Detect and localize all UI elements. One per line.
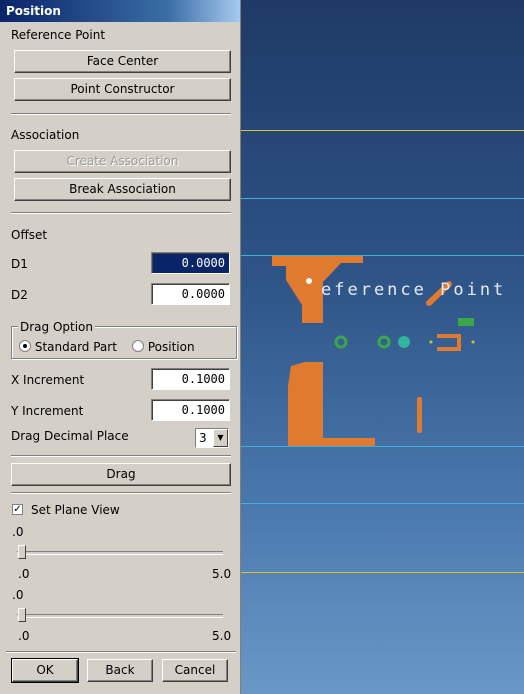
green-dot	[377, 335, 391, 349]
radio-unselected-icon[interactable]	[132, 340, 144, 352]
green-marker	[458, 318, 474, 326]
slider2-value: .0	[12, 588, 24, 602]
separator	[11, 455, 231, 457]
reference-point-heading: Reference Point	[11, 28, 106, 42]
slider1-min: .0	[18, 567, 30, 581]
create-association-button: Create Association	[14, 150, 231, 173]
drag-decimal-select[interactable]: 3 ▼	[195, 428, 229, 448]
set-plane-view-label: Set Plane View	[31, 503, 120, 517]
drag-option-heading: Drag Option	[18, 320, 96, 334]
drag-button[interactable]: Drag	[11, 463, 231, 486]
offset-heading: Offset	[11, 228, 48, 242]
ok-button[interactable]: OK	[11, 658, 79, 683]
d2-input[interactable]: 0.0000	[151, 283, 230, 305]
slider2-max: 5.0	[212, 629, 232, 643]
d1-input[interactable]: 0.0000	[151, 252, 230, 274]
back-button[interactable]: Back	[87, 659, 153, 682]
vertical-marker	[417, 397, 422, 433]
position-radio[interactable]: Position	[132, 340, 195, 354]
separator	[11, 113, 231, 115]
drag-decimal-label: Drag Decimal Place	[11, 429, 129, 443]
break-association-button[interactable]: Break Association	[14, 178, 231, 201]
position-dialog: Position Reference Point Face Center Poi…	[0, 0, 241, 694]
radio-selected-icon[interactable]	[19, 340, 31, 352]
slider2-min: .0	[18, 629, 30, 643]
set-plane-view-checkbox[interactable]: ✓	[12, 504, 23, 515]
separator	[11, 212, 231, 214]
y-increment-label: Y Increment	[11, 404, 84, 418]
hook-marker	[437, 334, 461, 351]
slider1-thumb[interactable]	[18, 545, 26, 559]
x-increment-label: X Increment	[11, 373, 85, 387]
standard-part-radio[interactable]: Standard Part	[19, 340, 117, 354]
separator	[6, 651, 236, 653]
yellow-dot	[429, 340, 433, 344]
slider1-value: .0	[12, 525, 24, 539]
reference-marker	[306, 278, 312, 284]
graphics-viewport[interactable]: eference Point	[241, 0, 524, 694]
drag-decimal-value: 3	[199, 431, 207, 445]
x-increment-input[interactable]: 0.1000	[151, 368, 230, 390]
green-dot	[334, 335, 348, 349]
d1-label: D1	[11, 257, 28, 271]
d2-label: D2	[11, 288, 28, 302]
teal-dot	[398, 336, 410, 348]
part-shape-bottom	[288, 362, 375, 446]
reference-point-label: eference Point	[321, 280, 507, 300]
yellow-dot	[471, 340, 475, 344]
face-center-button[interactable]: Face Center	[14, 50, 231, 73]
separator	[11, 492, 231, 494]
association-heading: Association	[11, 128, 80, 142]
chevron-down-icon[interactable]: ▼	[213, 429, 228, 447]
slider2-thumb[interactable]	[18, 608, 26, 622]
part-geometry	[272, 256, 475, 446]
y-increment-input[interactable]: 0.1000	[151, 399, 230, 421]
position-label: Position	[147, 340, 195, 354]
slider1-track[interactable]	[17, 551, 223, 555]
slider1-max: 5.0	[212, 567, 232, 581]
cancel-button[interactable]: Cancel	[162, 659, 228, 682]
standard-part-label: Standard Part	[34, 340, 117, 354]
point-constructor-button[interactable]: Point Constructor	[14, 78, 231, 101]
slider2-track[interactable]	[17, 614, 223, 618]
dialog-title: Position	[0, 0, 240, 22]
